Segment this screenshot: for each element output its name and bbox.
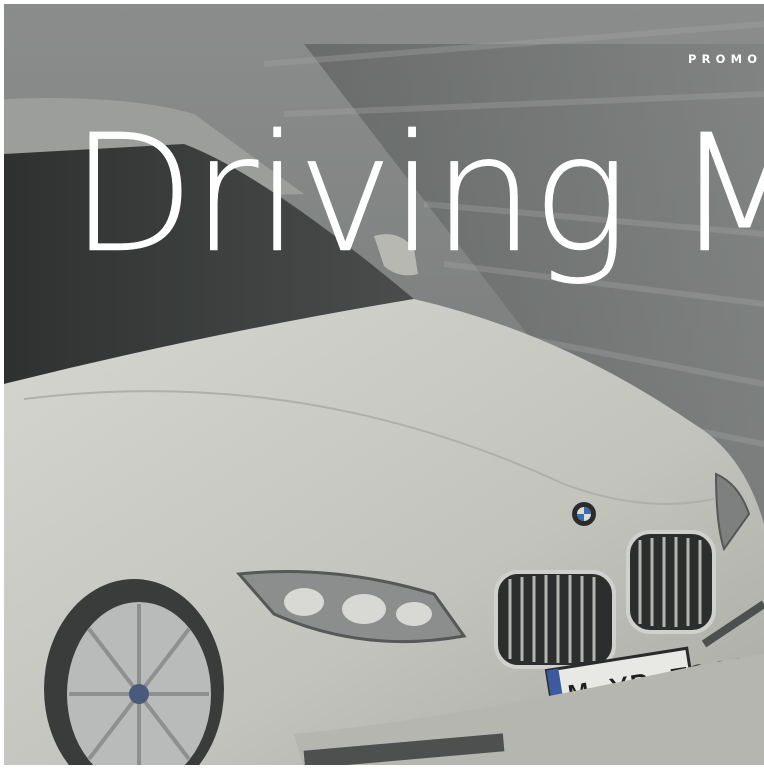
wheel-hub-badge xyxy=(129,684,149,704)
section-label: PROMO xyxy=(688,52,763,66)
headline: Driving Ma xyxy=(70,101,764,289)
magazine-page: M XP 7362 PROMO Driving Ma xyxy=(4,4,764,769)
grille-left xyxy=(494,570,616,669)
page-border xyxy=(0,765,764,773)
